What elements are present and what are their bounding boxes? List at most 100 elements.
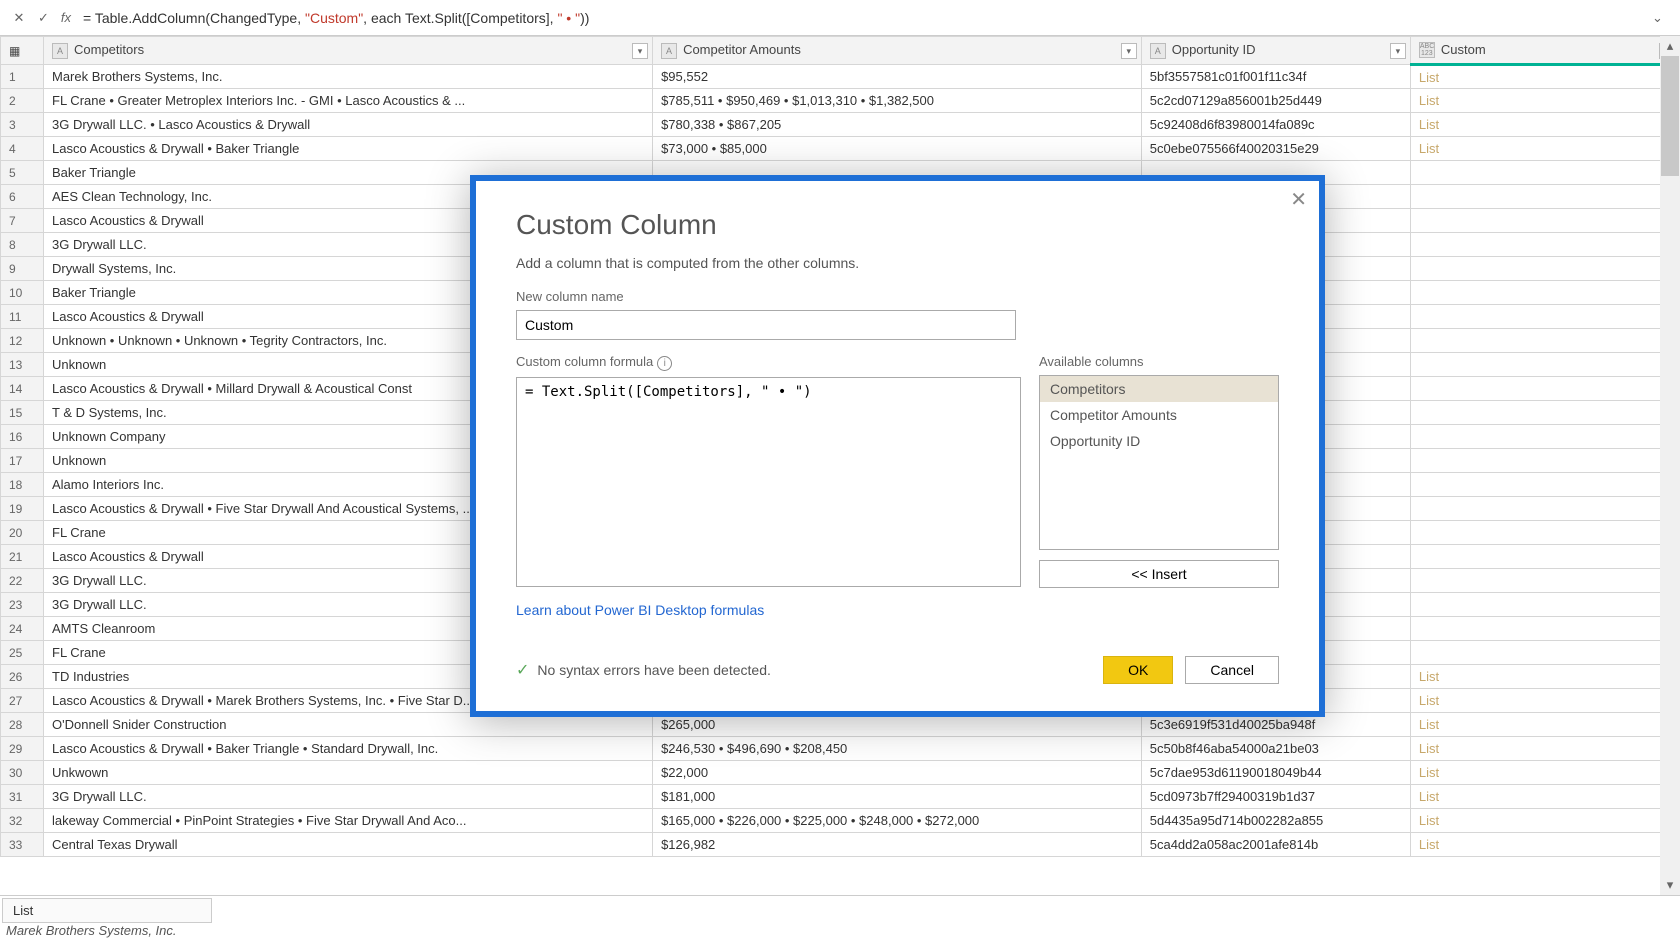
cell-custom[interactable]: [1410, 545, 1679, 569]
row-number[interactable]: 13: [1, 353, 44, 377]
cell-amounts[interactable]: $95,552: [653, 65, 1142, 89]
table-row[interactable]: 32lakeway Commercial • PinPoint Strategi…: [1, 809, 1680, 833]
cell-custom[interactable]: List: [1410, 113, 1679, 137]
cell-custom[interactable]: List: [1410, 761, 1679, 785]
table-row[interactable]: 1Marek Brothers Systems, Inc.$95,5525bf3…: [1, 65, 1680, 89]
cell-competitors[interactable]: lakeway Commercial • PinPoint Strategies…: [44, 809, 653, 833]
cell-opportunity-id[interactable]: 5c2cd07129a856001b25d449: [1141, 89, 1410, 113]
column-header-custom[interactable]: ABC123Custom⤢: [1410, 37, 1679, 65]
column-header-amounts[interactable]: ACompetitor Amounts▾: [653, 37, 1142, 65]
row-number[interactable]: 21: [1, 545, 44, 569]
row-number[interactable]: 12: [1, 329, 44, 353]
available-column-item[interactable]: Competitor Amounts: [1040, 402, 1278, 428]
scroll-down-icon[interactable]: ▾: [1660, 875, 1680, 895]
column-header-opportunity-id[interactable]: AOpportunity ID▾: [1141, 37, 1410, 65]
info-icon[interactable]: i: [657, 356, 672, 371]
available-column-item[interactable]: Competitors: [1040, 376, 1278, 402]
cell-custom[interactable]: [1410, 329, 1679, 353]
cell-custom[interactable]: [1410, 281, 1679, 305]
row-number[interactable]: 23: [1, 593, 44, 617]
row-number[interactable]: 15: [1, 401, 44, 425]
cell-amounts[interactable]: $181,000: [653, 785, 1142, 809]
close-icon[interactable]: ✕: [1290, 187, 1307, 212]
formula-close-icon[interactable]: ✕: [8, 7, 30, 29]
cell-custom[interactable]: [1410, 521, 1679, 545]
cell-amounts[interactable]: $785,511 • $950,469 • $1,013,310 • $1,38…: [653, 89, 1142, 113]
cell-amounts[interactable]: $22,000: [653, 761, 1142, 785]
cell-custom[interactable]: [1410, 497, 1679, 521]
list-link[interactable]: List: [1419, 717, 1439, 732]
table-row[interactable]: 33G Drywall LLC. • Lasco Acoustics & Dry…: [1, 113, 1680, 137]
cell-custom[interactable]: [1410, 305, 1679, 329]
list-link[interactable]: List: [1419, 693, 1439, 708]
cell-custom[interactable]: [1410, 617, 1679, 641]
filter-dropdown-icon[interactable]: ▾: [632, 43, 648, 59]
cell-custom[interactable]: [1410, 641, 1679, 665]
row-number[interactable]: 5: [1, 161, 44, 185]
learn-link[interactable]: Learn about Power BI Desktop formulas: [516, 602, 764, 618]
list-link[interactable]: List: [1419, 669, 1439, 684]
row-number[interactable]: 7: [1, 209, 44, 233]
row-number[interactable]: 9: [1, 257, 44, 281]
cell-competitors[interactable]: Central Texas Drywall: [44, 833, 653, 857]
cell-custom[interactable]: List: [1410, 809, 1679, 833]
cell-opportunity-id[interactable]: 5d4435a95d714b002282a855: [1141, 809, 1410, 833]
cell-competitors[interactable]: Lasco Acoustics & Drywall • Baker Triang…: [44, 137, 653, 161]
row-number[interactable]: 33: [1, 833, 44, 857]
cell-competitors[interactable]: Marek Brothers Systems, Inc.: [44, 65, 653, 89]
formula-text[interactable]: = Table.AddColumn(ChangedType, "Custom",…: [83, 10, 1644, 26]
list-link[interactable]: List: [1419, 117, 1439, 132]
row-number[interactable]: 28: [1, 713, 44, 737]
cell-competitors[interactable]: Lasco Acoustics & Drywall • Baker Triang…: [44, 737, 653, 761]
cancel-button[interactable]: Cancel: [1185, 656, 1279, 684]
list-link[interactable]: List: [1419, 70, 1439, 85]
cell-custom[interactable]: [1410, 449, 1679, 473]
row-number[interactable]: 29: [1, 737, 44, 761]
table-row[interactable]: 30Unkwown$22,0005c7dae953d61190018049b44…: [1, 761, 1680, 785]
row-number[interactable]: 11: [1, 305, 44, 329]
cell-amounts[interactable]: $165,000 • $226,000 • $225,000 • $248,00…: [653, 809, 1142, 833]
fx-icon[interactable]: fx: [57, 10, 75, 25]
filter-dropdown-icon[interactable]: ▾: [1390, 43, 1406, 59]
cell-custom[interactable]: [1410, 209, 1679, 233]
cell-custom[interactable]: [1410, 593, 1679, 617]
cell-opportunity-id[interactable]: 5ca4dd2a058ac2001afe814b: [1141, 833, 1410, 857]
list-link[interactable]: List: [1419, 93, 1439, 108]
cell-custom[interactable]: List: [1410, 713, 1679, 737]
row-number[interactable]: 2: [1, 89, 44, 113]
row-number[interactable]: 20: [1, 521, 44, 545]
corner-cell[interactable]: ▦: [1, 37, 44, 65]
cell-amounts[interactable]: $126,982: [653, 833, 1142, 857]
row-number[interactable]: 10: [1, 281, 44, 305]
new-column-name-input[interactable]: [516, 310, 1016, 340]
cell-amounts[interactable]: $73,000 • $85,000: [653, 137, 1142, 161]
cell-competitors[interactable]: Unkwown: [44, 761, 653, 785]
row-number[interactable]: 16: [1, 425, 44, 449]
table-row[interactable]: 313G Drywall LLC.$181,0005cd0973b7ff2940…: [1, 785, 1680, 809]
row-number[interactable]: 3: [1, 113, 44, 137]
cell-opportunity-id[interactable]: 5c7dae953d61190018049b44: [1141, 761, 1410, 785]
cell-custom[interactable]: List: [1410, 785, 1679, 809]
list-link[interactable]: List: [1419, 789, 1439, 804]
cell-custom[interactable]: List: [1410, 665, 1679, 689]
filter-dropdown-icon[interactable]: ▾: [1121, 43, 1137, 59]
cell-custom[interactable]: [1410, 377, 1679, 401]
list-link[interactable]: List: [1419, 837, 1439, 852]
column-header-competitors[interactable]: ACompetitors▾: [44, 37, 653, 65]
row-number[interactable]: 6: [1, 185, 44, 209]
ok-button[interactable]: OK: [1103, 656, 1173, 684]
cell-custom[interactable]: List: [1410, 833, 1679, 857]
formula-check-icon[interactable]: ✓: [38, 10, 49, 26]
cell-custom[interactable]: [1410, 353, 1679, 377]
table-row[interactable]: 29Lasco Acoustics & Drywall • Baker Tria…: [1, 737, 1680, 761]
cell-custom[interactable]: [1410, 569, 1679, 593]
table-row[interactable]: 4Lasco Acoustics & Drywall • Baker Trian…: [1, 137, 1680, 161]
row-number[interactable]: 31: [1, 785, 44, 809]
cell-competitors[interactable]: FL Crane • Greater Metroplex Interiors I…: [44, 89, 653, 113]
insert-button[interactable]: << Insert: [1039, 560, 1279, 588]
row-number[interactable]: 4: [1, 137, 44, 161]
row-number[interactable]: 19: [1, 497, 44, 521]
available-column-item[interactable]: Opportunity ID: [1040, 428, 1278, 454]
cell-opportunity-id[interactable]: 5cd0973b7ff29400319b1d37: [1141, 785, 1410, 809]
cell-opportunity-id[interactable]: 5bf3557581c01f001f11c34f: [1141, 65, 1410, 89]
